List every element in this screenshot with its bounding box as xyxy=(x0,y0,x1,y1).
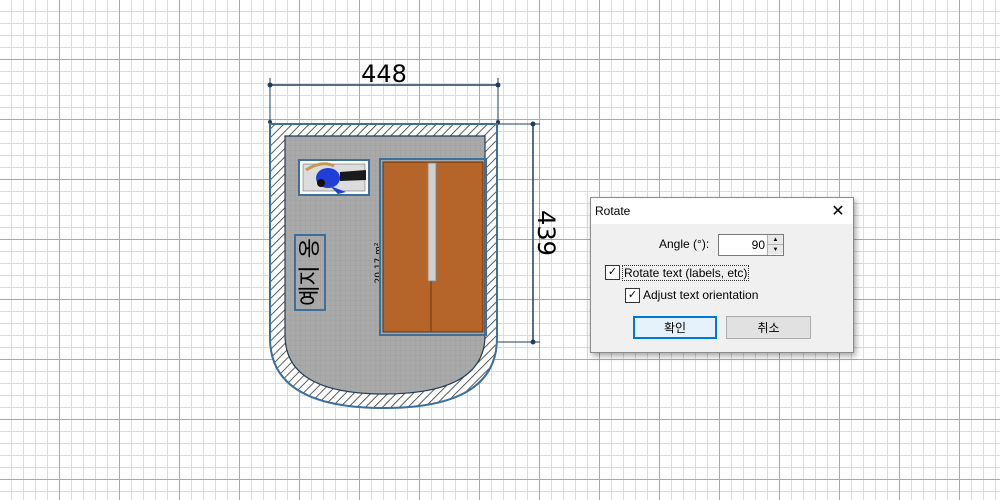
room-name-box[interactable]: 예지 옹 xyxy=(294,234,326,311)
angle-spinner[interactable]: 90 ▲ ▼ xyxy=(718,234,784,256)
rotate-text-checkbox[interactable]: ✓ xyxy=(605,265,620,280)
spin-down-icon[interactable]: ▼ xyxy=(768,245,783,254)
spin-up-icon[interactable]: ▲ xyxy=(768,235,783,245)
width-dimension-label: 448 xyxy=(361,60,407,88)
dialog-titlebar[interactable]: Rotate ✕ xyxy=(591,198,853,224)
rotate-dialog: Rotate ✕ Angle (°): 90 ▲ ▼ ✓ Rotate text… xyxy=(590,197,854,353)
ok-button[interactable]: 확인 xyxy=(633,316,717,339)
angle-spinner-buttons: ▲ ▼ xyxy=(767,235,783,255)
angle-value[interactable]: 90 xyxy=(752,238,765,252)
close-icon[interactable]: ✕ xyxy=(823,198,853,224)
dialog-title: Rotate xyxy=(595,204,631,218)
rotate-text-label[interactable]: Rotate text (labels, etc) xyxy=(622,265,750,281)
depth-dimension-label: 439 xyxy=(532,210,560,256)
adjust-orientation-label[interactable]: Adjust text orientation xyxy=(643,288,758,302)
cancel-button[interactable]: 취소 xyxy=(726,316,811,339)
wooden-furniture[interactable] xyxy=(379,158,487,336)
person-figure[interactable] xyxy=(298,159,370,196)
room-name-label: 예지 옹 xyxy=(298,238,323,306)
adjust-orientation-checkbox[interactable]: ✓ xyxy=(625,288,640,303)
angle-label: Angle (°): xyxy=(659,237,710,251)
